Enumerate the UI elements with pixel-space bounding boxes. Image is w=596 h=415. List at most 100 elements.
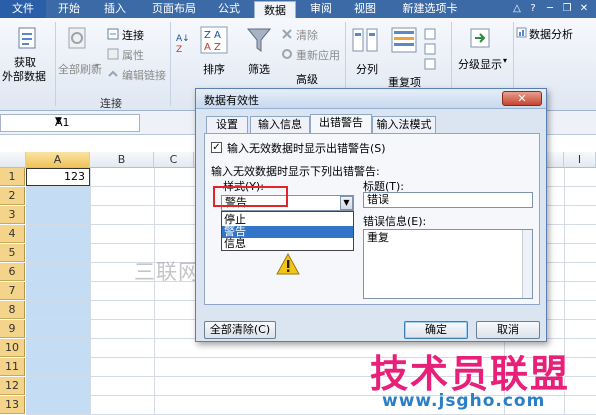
help-icon[interactable]: ? [526, 2, 540, 16]
column-header-a[interactable]: A [26, 152, 90, 168]
group-label-connections: 连接 [100, 97, 122, 110]
tab-view[interactable]: 视图 [346, 0, 384, 18]
ok-button[interactable]: 确定 [404, 321, 468, 339]
outline-arrow-icon [470, 28, 490, 48]
filter-button[interactable]: 筛选 [248, 61, 270, 77]
tab-page-layout[interactable]: 页面布局 [144, 0, 204, 18]
refresh-all-icon [68, 27, 86, 49]
data-analysis-icon [516, 27, 527, 38]
name-box[interactable]: A1 ▼ [0, 114, 140, 132]
get-external-data-icon [18, 27, 36, 49]
error-message-label: 错误信息(E): [363, 215, 427, 228]
row-header[interactable]: 2 [0, 187, 25, 205]
row-header[interactable]: 12 [0, 377, 25, 395]
watermark-url: www.jsgho.com [382, 391, 546, 411]
tab-file[interactable]: 文件 [0, 0, 46, 18]
sort-az-small-icon[interactable]: A↓ Z [176, 32, 192, 54]
tab-error-alert[interactable]: 出错警告 [310, 114, 372, 134]
close-window-icon[interactable]: ✕ [577, 2, 591, 16]
clear-button[interactable]: 清除 [296, 27, 318, 43]
row-header[interactable]: 10 [0, 339, 25, 357]
remove-duplicates-icon [391, 27, 417, 53]
row-header[interactable]: 3 [0, 206, 25, 224]
row-header[interactable]: 4 [0, 225, 25, 243]
close-icon[interactable]: ✕ [502, 91, 542, 106]
properties-icon [107, 48, 119, 60]
outline-dropdown-icon[interactable]: ▾ [503, 56, 507, 65]
ribbon-tab-bar: 文件 开始 插入 页面布局 公式 数据 审阅 视图 新建选项卡 △ ? ─ ❐ … [0, 0, 596, 18]
row-header[interactable]: 8 [0, 301, 25, 319]
ribbon-separator [55, 22, 56, 106]
title-input[interactable]: 错误 [363, 192, 533, 208]
tab-ime-mode[interactable]: 输入法模式 [372, 116, 436, 133]
column-header-c[interactable]: C [154, 152, 194, 168]
reapply-button[interactable]: 重新应用 [296, 47, 340, 63]
tab-formulas[interactable]: 公式 [210, 0, 248, 18]
minimize-icon[interactable]: ─ [543, 2, 557, 16]
column-header-b[interactable]: B [90, 152, 154, 168]
data-tools-small-icons[interactable] [424, 28, 436, 70]
highlight-box [213, 186, 288, 207]
dialog-title-bar[interactable]: 数据有效性 [196, 89, 546, 109]
column-header-i[interactable]: I [564, 152, 596, 168]
tab-input-message[interactable]: 输入信息 [250, 116, 310, 133]
sort-button[interactable]: 排序 [203, 61, 225, 77]
title-input-value: 错误 [367, 193, 389, 206]
edit-links-button[interactable]: 编辑链接 [122, 67, 166, 83]
cell-a1[interactable]: 123 [26, 168, 90, 186]
svg-text:A Z: A Z [204, 42, 221, 53]
error-alert-panel: ✓ 输入无效数据时显示出错警告(S) 输入无效数据时显示下列出错警告: 样式(Y… [204, 133, 540, 305]
row-header[interactable]: 1 [0, 168, 25, 186]
svg-text:A↓: A↓ [176, 34, 190, 44]
data-analysis-button[interactable]: 数据分析 [529, 26, 573, 42]
reapply-icon [282, 49, 292, 59]
connections-icon [107, 28, 119, 40]
advanced-button[interactable]: 高级 [296, 71, 318, 87]
clear-all-button[interactable]: 全部清除(C) [204, 321, 276, 339]
text-to-columns-button[interactable]: 分列 [356, 61, 378, 77]
tab-new[interactable]: 新建选项卡 [392, 0, 468, 18]
ribbon-separator [170, 22, 171, 106]
row-header[interactable]: 7 [0, 282, 25, 300]
show-alert-label: 输入无效数据时显示出错警告(S) [227, 142, 386, 155]
properties-button[interactable]: 属性 [122, 47, 144, 63]
error-message-textarea[interactable]: 重复 [363, 229, 533, 299]
sort-icon: Z A A Z [200, 26, 228, 54]
tab-insert[interactable]: 插入 [96, 0, 134, 18]
get-external-label-2[interactable]: 外部数据 [2, 68, 46, 84]
row-header[interactable]: 9 [0, 320, 25, 338]
restore-icon[interactable]: ❐ [560, 2, 574, 16]
svg-text:Z: Z [176, 45, 182, 54]
minimize-ribbon-icon[interactable]: △ [510, 2, 524, 16]
clear-icon [282, 29, 292, 39]
edit-links-icon [108, 70, 118, 77]
row-header[interactable]: 6 [0, 263, 25, 281]
style-options-list: 停止 警告 信息 [221, 211, 354, 251]
show-alert-checkbox[interactable]: ✓ [211, 142, 222, 153]
style-option-info[interactable]: 信息 [222, 238, 353, 250]
chevron-down-icon[interactable]: ▼ [340, 196, 353, 210]
dialog-title: 数据有效性 [204, 94, 259, 107]
watermark-brand: 技术员联盟 [370, 352, 571, 396]
filter-icon [246, 28, 272, 52]
select-all-corner[interactable] [0, 152, 26, 168]
outline-button[interactable]: 分级显示 [458, 56, 502, 72]
tab-data[interactable]: 数据 [254, 1, 296, 18]
error-message-value: 重复 [367, 231, 389, 244]
textarea-scrollbar[interactable] [522, 230, 532, 298]
row-header[interactable]: 5 [0, 244, 25, 262]
chevron-down-icon[interactable]: ▼ [55, 116, 135, 126]
when-invalid-label: 输入无效数据时显示下列出错警告: [211, 165, 380, 178]
warning-icon [276, 252, 300, 275]
tab-settings[interactable]: 设置 [206, 116, 248, 133]
row-header[interactable]: 11 [0, 358, 25, 376]
row-header[interactable]: 13 [0, 396, 25, 414]
tab-review[interactable]: 审阅 [302, 0, 340, 18]
refresh-dropdown-icon[interactable]: ▾ [95, 61, 99, 70]
text-to-columns-icon [352, 28, 378, 52]
tab-home[interactable]: 开始 [50, 0, 88, 18]
connections-button[interactable]: 连接 [122, 27, 144, 43]
svg-text:Z A: Z A [204, 30, 221, 41]
data-validation-dialog: 数据有效性 ✕ 设置 输入信息 出错警告 输入法模式 ✓ 输入无效数据时显示出错… [195, 88, 547, 342]
cancel-button[interactable]: 取消 [476, 321, 540, 339]
